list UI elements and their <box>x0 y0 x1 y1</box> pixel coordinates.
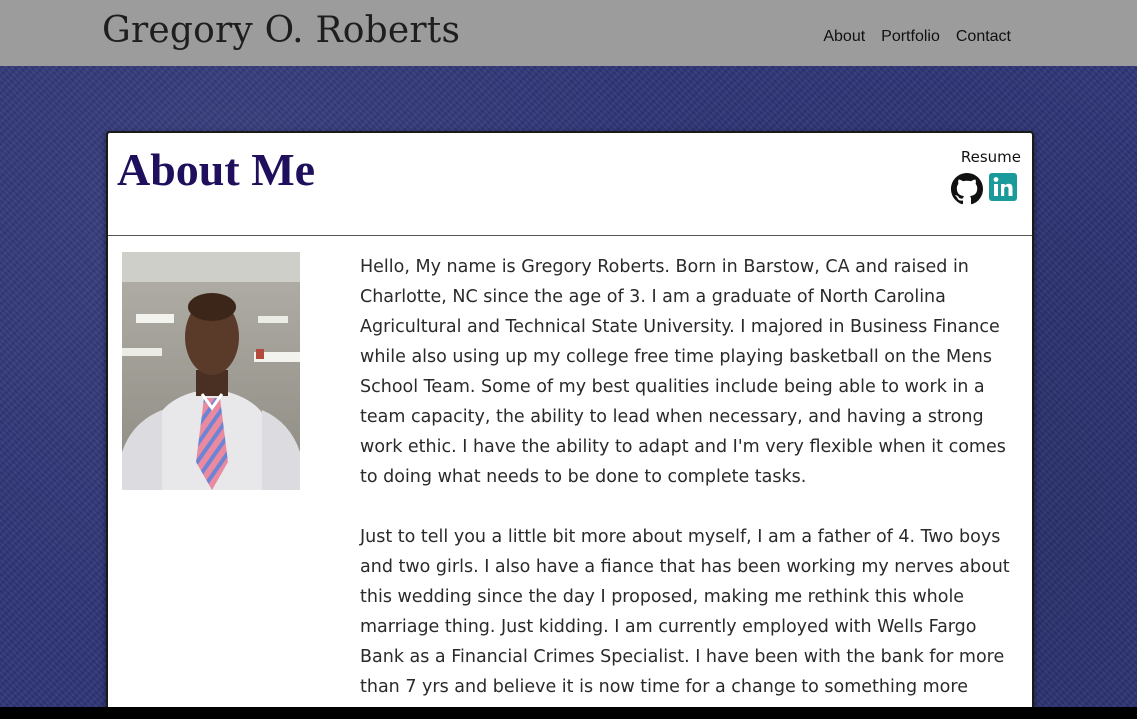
bio-paragraph-1: Hello, My name is Gregory Roberts. Born … <box>360 257 1006 487</box>
resume-link[interactable]: Resume <box>961 148 1021 166</box>
site-header: Gregory O. Roberts About Portfolio Conta… <box>0 0 1137 66</box>
bio-paragraph-2: Just to tell you a little bit more about… <box>360 527 1010 697</box>
linkedin-icon[interactable] <box>989 173 1021 205</box>
github-icon[interactable] <box>951 173 983 205</box>
bio-text: Hello, My name is Gregory Roberts. Born … <box>360 252 1020 719</box>
nav-about[interactable]: About <box>823 28 865 46</box>
profile-photo <box>122 252 300 490</box>
site-title[interactable]: Gregory O. Roberts <box>102 10 460 51</box>
nav-contact[interactable]: Contact <box>956 28 1011 46</box>
social-links <box>951 173 1021 205</box>
page-title: About Me <box>117 144 316 195</box>
nav-portfolio[interactable]: Portfolio <box>881 28 940 46</box>
about-card: About Me Resume Hello, My name is Gregor… <box>106 131 1034 719</box>
about-card-header: About Me Resume <box>108 133 1032 236</box>
main-nav: About Portfolio Contact <box>823 28 1011 46</box>
window-bottom-bar <box>0 707 1137 719</box>
